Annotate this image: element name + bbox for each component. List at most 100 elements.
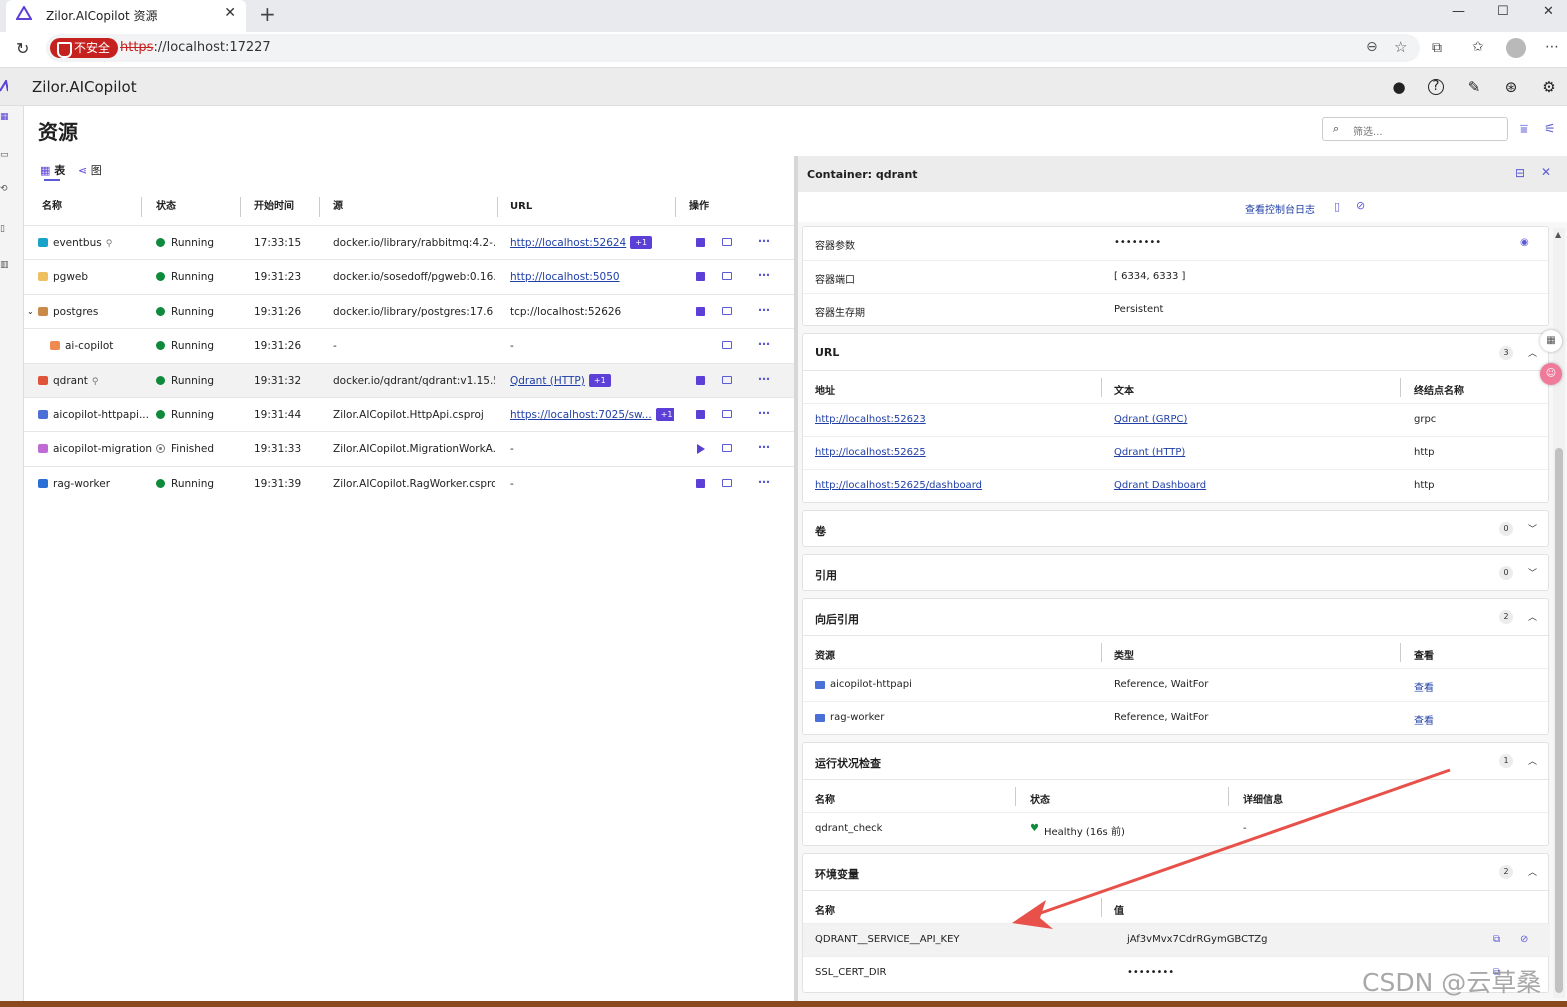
close-window-icon[interactable]: ✕: [1543, 4, 1554, 19]
console-logs-icon[interactable]: [722, 238, 732, 246]
nav-console-icon[interactable]: ▭: [0, 150, 10, 174]
feather-icon[interactable]: ✎: [1465, 78, 1483, 96]
nav-structured-icon[interactable]: ⟲: [0, 184, 10, 208]
toggle-layout-icon[interactable]: ⊟: [1515, 166, 1525, 180]
resource-row[interactable]: aicopilot-migration Finished 19:31:33 Zi…: [24, 431, 794, 465]
new-tab-icon[interactable]: +: [259, 2, 276, 26]
back-references-title[interactable]: 向后引用: [815, 611, 859, 627]
url-text-link[interactable]: Qdrant (HTTP): [1114, 447, 1185, 458]
url-address-link[interactable]: http://localhost:52625/dashboard: [815, 480, 982, 491]
stop-icon[interactable]: [696, 410, 705, 419]
resource-row[interactable]: rag-worker Running 19:31:39 Zilor.AICopi…: [24, 465, 794, 500]
url-address-link[interactable]: http://localhost:52623: [815, 414, 926, 425]
stop-icon[interactable]: [696, 306, 705, 316]
stop-icon[interactable]: [696, 272, 705, 282]
volumes-card[interactable]: 卷 0 ﹀: [802, 510, 1549, 547]
tab-table[interactable]: ▦ 表: [40, 162, 65, 178]
col-header-name[interactable]: 名称: [42, 190, 62, 224]
copy-icon[interactable]: ⧉: [1493, 934, 1500, 945]
more-actions-icon[interactable]: ⋯: [758, 226, 770, 256]
more-urls-badge[interactable]: +1: [655, 408, 674, 421]
more-actions-icon[interactable]: ⋯: [758, 432, 770, 462]
console-logs-icon[interactable]: [722, 375, 732, 384]
nav-traces-icon[interactable]: ▯: [0, 224, 10, 248]
url-text-link[interactable]: Qdrant Dashboard: [1114, 480, 1206, 491]
more-actions-icon[interactable]: ⋯: [758, 467, 770, 497]
pin-icon[interactable]: ⚲: [92, 377, 99, 387]
view-link[interactable]: 查看: [1414, 679, 1434, 694]
col-resize-handle[interactable]: [319, 197, 320, 217]
references-card[interactable]: 引用 0 ﹀: [802, 554, 1549, 591]
more-actions-icon[interactable]: ⋯: [758, 329, 770, 359]
zoom-icon[interactable]: ⊖: [1366, 39, 1378, 55]
resource-row[interactable]: ai-copilot Running 19:31:26 - - ⋯: [24, 328, 794, 362]
col-resize-handle[interactable]: [1228, 787, 1229, 806]
console-logs-icon[interactable]: [722, 272, 732, 281]
expand-chevron-icon[interactable]: ⌄: [27, 295, 34, 329]
close-panel-icon[interactable]: ✕: [1541, 165, 1551, 179]
collapse-chevron-icon[interactable]: ︿: [1528, 610, 1537, 623]
help-icon[interactable]: ?: [1428, 79, 1444, 95]
col-resize-handle[interactable]: [1101, 643, 1102, 662]
view-link[interactable]: 查看: [1414, 712, 1434, 727]
minimize-icon[interactable]: —: [1452, 4, 1465, 19]
close-tab-icon[interactable]: ✕: [224, 5, 236, 21]
settings-sliders-icon[interactable]: ⚟: [1544, 122, 1556, 137]
start-icon[interactable]: [697, 444, 705, 455]
url-text-link[interactable]: Qdrant (GRPC): [1114, 414, 1187, 425]
resource-filter-input[interactable]: ⌕ 筛选...: [1322, 117, 1508, 141]
hide-value-icon[interactable]: ⊘: [1520, 934, 1528, 945]
col-header-url[interactable]: URL: [510, 190, 532, 224]
github-icon[interactable]: ●: [1390, 78, 1408, 96]
resource-row[interactable]: pgweb Running 19:31:23 docker.io/sosedof…: [24, 259, 794, 293]
show-value-icon[interactable]: ◉: [1520, 237, 1529, 248]
nav-resources-icon[interactable]: ▦: [0, 112, 10, 136]
more-actions-icon[interactable]: ⋯: [758, 260, 770, 290]
assistant-icon[interactable]: ☺: [1540, 363, 1562, 385]
view-console-logs-link[interactable]: 查看控制台日志: [1245, 201, 1315, 216]
resource-url-link[interactable]: http://localhost:5050: [510, 271, 620, 283]
col-header-source[interactable]: 源: [333, 190, 343, 224]
more-actions-icon[interactable]: ⋯: [758, 364, 770, 394]
extensions-icon[interactable]: ⧉: [1432, 40, 1442, 56]
tab-graph[interactable]: ⋖ 图: [78, 162, 102, 178]
col-resize-handle[interactable]: [1101, 378, 1102, 397]
maximize-icon[interactable]: ☐: [1497, 4, 1509, 19]
console-logs-icon[interactable]: [722, 478, 732, 487]
resource-row[interactable]: eventbus ⚲ Running 17:33:15 docker.io/lib…: [24, 225, 794, 259]
expand-chevron-icon[interactable]: ﹀: [1528, 522, 1537, 535]
console-logs-icon[interactable]: [722, 341, 732, 350]
settings-gear-icon[interactable]: ⚙: [1540, 78, 1558, 96]
resource-url-link[interactable]: https://localhost:7025/sw...: [510, 409, 652, 421]
favorites-icon[interactable]: ✩: [1472, 39, 1484, 55]
console-logs-icon[interactable]: [722, 410, 732, 418]
resource-url-link[interactable]: Qdrant (HTTP): [510, 375, 585, 387]
more-actions-icon[interactable]: ⋯: [758, 295, 770, 325]
col-resize-handle[interactable]: [1015, 787, 1016, 806]
stop-icon[interactable]: [696, 238, 705, 247]
env-title[interactable]: 环境变量: [815, 866, 859, 882]
health-title[interactable]: 运行状况检查: [815, 755, 881, 771]
more-menu-icon[interactable]: ⋯: [1545, 39, 1559, 55]
reload-icon[interactable]: ↻: [16, 39, 29, 58]
more-urls-badge[interactable]: +1: [588, 373, 611, 387]
more-urls-badge[interactable]: +1: [630, 236, 653, 249]
collapse-chevron-icon[interactable]: ︿: [1528, 346, 1537, 359]
copilot-icon[interactable]: ⊛: [1502, 78, 1520, 96]
resource-row[interactable]: ⌄ postgres Running 19:31:26 docker.io/lib…: [24, 293, 794, 329]
col-header-start[interactable]: 开始时间: [254, 190, 294, 224]
col-header-actions[interactable]: 操作: [689, 190, 709, 224]
col-resize-handle[interactable]: [1101, 898, 1102, 917]
console-logs-icon[interactable]: [722, 306, 732, 315]
browser-tab[interactable]: Zilor.AICopilot 资源 ✕: [6, 0, 246, 32]
resource-url-link[interactable]: http://localhost:52624: [510, 237, 626, 249]
col-resize-handle[interactable]: [240, 197, 241, 217]
scrollbar-thumb[interactable]: [1555, 448, 1563, 993]
favorite-star-icon[interactable]: ☆: [1394, 38, 1407, 56]
pin-icon[interactable]: ⚲: [106, 239, 113, 249]
col-resize-handle[interactable]: [1400, 643, 1401, 662]
stop-icon[interactable]: [696, 375, 705, 385]
col-resize-handle[interactable]: [675, 197, 676, 217]
console-logs-icon[interactable]: [722, 444, 732, 453]
url-address-link[interactable]: http://localhost:52625: [815, 447, 926, 458]
